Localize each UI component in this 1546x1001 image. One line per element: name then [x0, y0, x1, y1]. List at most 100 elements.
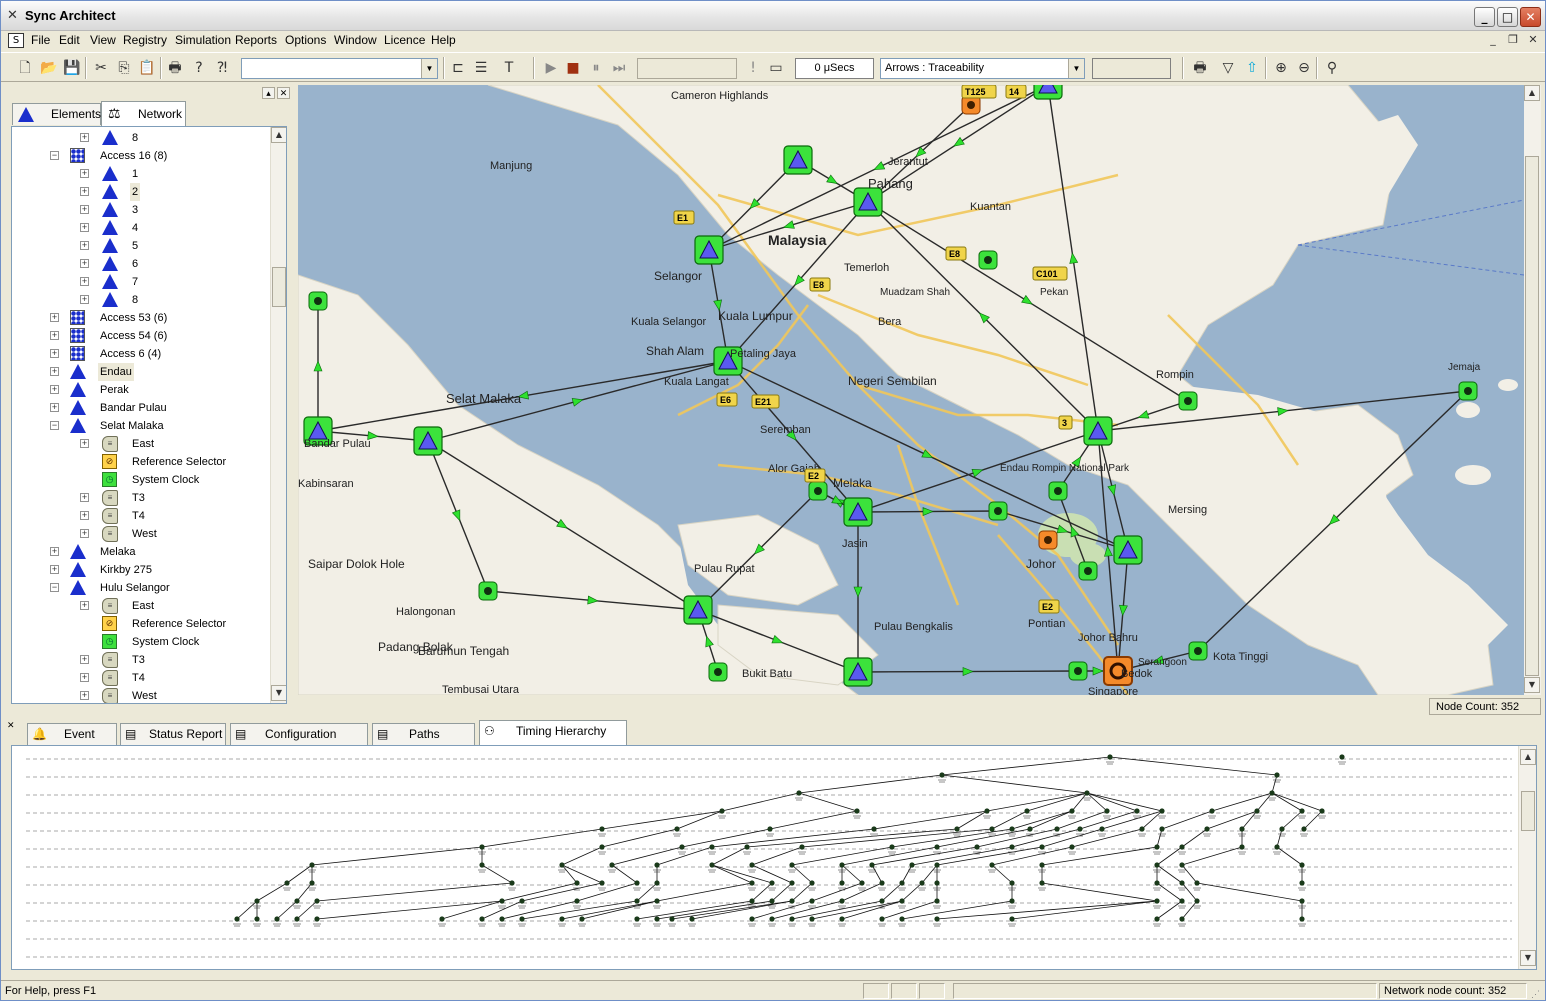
open-folder-icon[interactable]: 📂 — [38, 57, 60, 79]
zoom-out-icon[interactable]: ⊖ — [1293, 57, 1315, 79]
tab-status-report[interactable]: ▤ Status Report — [120, 723, 226, 745]
collapse-toggle[interactable]: − — [50, 151, 59, 160]
bottom-panel-close-icon[interactable]: ✕ — [7, 721, 15, 731]
mdi-minimize-button[interactable]: _ — [1485, 33, 1501, 48]
tree-node[interactable]: + Endau — [12, 363, 270, 381]
expand-toggle[interactable]: + — [80, 601, 89, 610]
menu-window[interactable]: Window — [334, 33, 377, 47]
mdi-restore-button[interactable]: ❐ — [1505, 33, 1521, 48]
expand-toggle[interactable]: + — [50, 565, 59, 574]
tree-node[interactable]: +3 — [12, 201, 270, 219]
map-canvas[interactable]: Malaysia Selangor Kuala Lumpur Shah Alam Pet… — [298, 85, 1524, 695]
tree-node[interactable]: ⊘ Reference Selector — [12, 615, 270, 633]
paste-icon[interactable]: 📋 — [136, 57, 158, 79]
document-window-icon[interactable]: S — [8, 33, 24, 48]
tree-node[interactable]: +2 — [12, 183, 270, 201]
time-field[interactable]: 0 μSecs — [795, 58, 874, 79]
print-icon[interactable]: 🖶 — [164, 57, 186, 79]
menu-view[interactable]: View — [90, 33, 116, 47]
table-layout-icon[interactable]: ☰ — [470, 57, 492, 79]
expand-toggle[interactable]: + — [50, 349, 59, 358]
tree-node[interactable]: + Access 54 (6) — [12, 327, 270, 345]
map-scroll-thumb[interactable] — [1525, 156, 1539, 676]
arrows-combo[interactable]: Arrows : Traceability ▼ — [880, 58, 1085, 79]
menu-file[interactable]: File — [31, 33, 50, 47]
expand-toggle[interactable]: + — [80, 493, 89, 502]
new-file-icon[interactable]: 🗋 — [14, 57, 36, 79]
upload-icon[interactable]: ⇧ — [1241, 57, 1263, 79]
menu-edit[interactable]: Edit — [59, 33, 80, 47]
expand-toggle[interactable]: + — [50, 547, 59, 556]
panel-pin-button[interactable]: ▴ — [262, 87, 275, 99]
expand-toggle[interactable]: + — [80, 511, 89, 520]
find-binoculars-icon[interactable]: ⚲ — [1321, 57, 1343, 79]
tree-node[interactable]: + ≡ East — [12, 597, 270, 615]
menu-registry[interactable]: Registry — [123, 33, 167, 47]
expand-toggle[interactable]: + — [50, 403, 59, 412]
expand-toggle[interactable]: + — [80, 295, 89, 304]
tab-paths-report[interactable]: ▤ Paths Report — [372, 723, 475, 761]
element-combo[interactable]: ▼ — [241, 58, 438, 79]
context-help-icon[interactable]: ⁈ — [211, 57, 233, 79]
menu-simulation[interactable]: Simulation — [175, 33, 231, 47]
scroll-up-button[interactable]: ▲ — [271, 127, 286, 143]
expand-toggle[interactable]: + — [80, 673, 89, 682]
expand-toggle[interactable]: + — [80, 187, 89, 196]
tree-node[interactable]: + ≡ T4 — [12, 669, 270, 687]
hierarchy-vertical-scrollbar[interactable]: ▲ ▼ — [1518, 746, 1536, 969]
tree-node[interactable]: + Access 53 (6) — [12, 309, 270, 327]
menu-reports[interactable]: Reports — [235, 33, 277, 47]
expand-toggle[interactable]: + — [80, 277, 89, 286]
hierarchy-canvas[interactable] — [12, 746, 1518, 970]
filter-icon[interactable]: ▽ — [1217, 57, 1239, 79]
expand-toggle[interactable]: + — [80, 439, 89, 448]
expand-toggle[interactable]: + — [50, 331, 59, 340]
tab-network[interactable]: ⚖ Network — [101, 101, 186, 126]
tree-node[interactable]: + ≡ East — [12, 435, 270, 453]
text-format-icon[interactable]: T — [498, 57, 520, 79]
panel-icon[interactable]: ▭ — [765, 57, 787, 79]
tree-node[interactable]: + ≡ T3 — [12, 651, 270, 669]
tree-node[interactable]: ◷ System Clock — [12, 633, 270, 651]
tree-node[interactable]: − Hulu Selangor — [12, 579, 270, 597]
scroll-down-button[interactable]: ▼ — [271, 685, 286, 701]
pause-icon[interactable]: ⏸ — [585, 57, 607, 79]
panel-close-button[interactable]: ✕ — [277, 87, 290, 99]
mdi-close-button[interactable]: ✕ — [1525, 33, 1541, 48]
tree-node[interactable]: +1 — [12, 165, 270, 183]
tree-node[interactable]: + Bandar Pulau — [12, 399, 270, 417]
expand-toggle[interactable]: + — [80, 241, 89, 250]
menu-licence[interactable]: Licence — [384, 33, 425, 47]
alert-icon[interactable]: ! — [742, 57, 764, 79]
tree-node[interactable]: − Selat Malaka — [12, 417, 270, 435]
cut-icon[interactable]: ✂ — [90, 57, 112, 79]
expand-toggle[interactable]: + — [80, 529, 89, 538]
tree-node[interactable]: + ≡ T3 — [12, 489, 270, 507]
save-icon[interactable]: 💾 — [61, 57, 83, 79]
tree-node[interactable]: + Access 6 (4) — [12, 345, 270, 363]
expand-toggle[interactable]: + — [80, 259, 89, 268]
scroll-down-button[interactable]: ▼ — [1524, 677, 1540, 693]
network-map[interactable]: Malaysia Selangor Kuala Lumpur Shah Alam Pet… — [298, 85, 1524, 695]
play-icon[interactable]: ▶ — [540, 57, 562, 79]
tree-node[interactable]: +8 — [12, 129, 270, 147]
tab-timing-hierarchy-tree[interactable]: ⚇ Timing Hierarchy Tree — [479, 720, 627, 758]
tree-node[interactable]: +8 — [12, 291, 270, 309]
menu-help[interactable]: Help — [431, 33, 456, 47]
tree-node[interactable]: ◷ System Clock — [12, 471, 270, 489]
tree-node[interactable]: ⊘ Reference Selector — [12, 453, 270, 471]
scroll-up-button[interactable]: ▲ — [1520, 749, 1536, 765]
tree-node[interactable]: + Kirkby 275 — [12, 561, 270, 579]
expand-toggle[interactable]: + — [80, 169, 89, 178]
expand-toggle[interactable]: + — [50, 367, 59, 376]
menu-options[interactable]: Options — [285, 33, 326, 47]
hierarchy-scroll-thumb[interactable] — [1521, 791, 1535, 831]
tab-event-log[interactable]: 🔔 Event Log — [27, 723, 117, 761]
close-button[interactable]: ✕ — [1520, 7, 1541, 27]
tab-configuration-report[interactable]: ▤ Configuration Report — [230, 723, 368, 761]
expand-toggle[interactable]: + — [80, 205, 89, 214]
tree-node[interactable]: + ≡ West — [12, 525, 270, 543]
chevron-down-icon[interactable]: ▼ — [1068, 59, 1084, 78]
tab-elements[interactable]: Elements — [12, 103, 101, 125]
minimize-button[interactable]: _ — [1474, 7, 1495, 27]
